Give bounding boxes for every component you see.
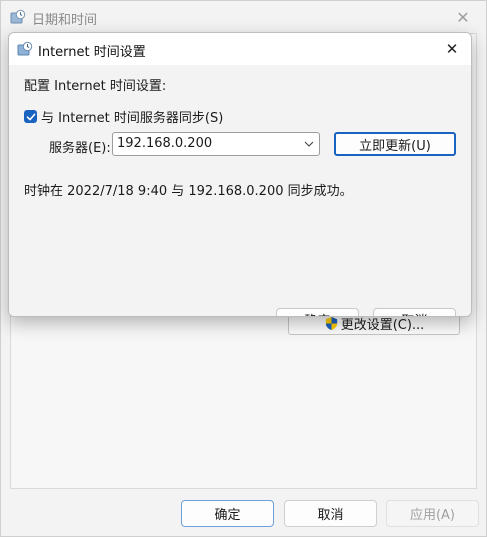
- update-now-button[interactable]: 立即更新(U): [334, 132, 456, 156]
- sync-checkbox-label: 与 Internet 时间服务器同步(S): [41, 111, 224, 126]
- close-icon: ✕: [456, 7, 470, 27]
- dialog-ok-button[interactable]: 确定: [276, 308, 359, 316]
- server-label: 服务器(E):: [49, 141, 111, 156]
- dialog-titlebar: Internet 时间设置 ✕: [9, 33, 471, 65]
- back-apply-button[interactable]: 应用(A): [386, 500, 479, 527]
- sync-checkbox[interactable]: [24, 110, 37, 123]
- sync-status-text: 时钟在 2022/7/18 9:40 与 192.168.0.200 同步成功。: [24, 184, 353, 199]
- back-cancel-button[interactable]: 取消: [284, 500, 377, 527]
- back-window-close-button[interactable]: ✕: [440, 1, 486, 33]
- server-combobox[interactable]: 192.168.0.200: [112, 132, 320, 156]
- date-time-titlebar: 日期和时间 ✕: [1, 1, 486, 33]
- section-label: 配置 Internet 时间设置:: [24, 79, 167, 94]
- clock-network-icon: [17, 41, 33, 56]
- clock-network-icon: [10, 9, 26, 24]
- sync-checkbox-row[interactable]: 与 Internet 时间服务器同步(S): [24, 107, 223, 126]
- internet-time-settings-dialog: Internet 时间设置 ✕ 配置 Internet 时间设置: 与 Inte…: [8, 32, 472, 317]
- close-icon: ✕: [445, 40, 459, 58]
- dialog-cancel-button[interactable]: 取消: [373, 308, 456, 316]
- back-ok-button[interactable]: 确定: [181, 500, 274, 527]
- dialog-title: Internet 时间设置: [38, 45, 146, 60]
- date-time-window-title: 日期和时间: [32, 13, 98, 28]
- server-value: 192.168.0.200: [117, 136, 213, 151]
- uac-shield-icon: [325, 316, 337, 331]
- dialog-close-button[interactable]: ✕: [433, 33, 471, 65]
- dialog-body: 配置 Internet 时间设置: 与 Internet 时间服务器同步(S) …: [9, 65, 471, 316]
- checkmark-icon: [26, 113, 35, 120]
- chevron-down-icon: [304, 141, 314, 147]
